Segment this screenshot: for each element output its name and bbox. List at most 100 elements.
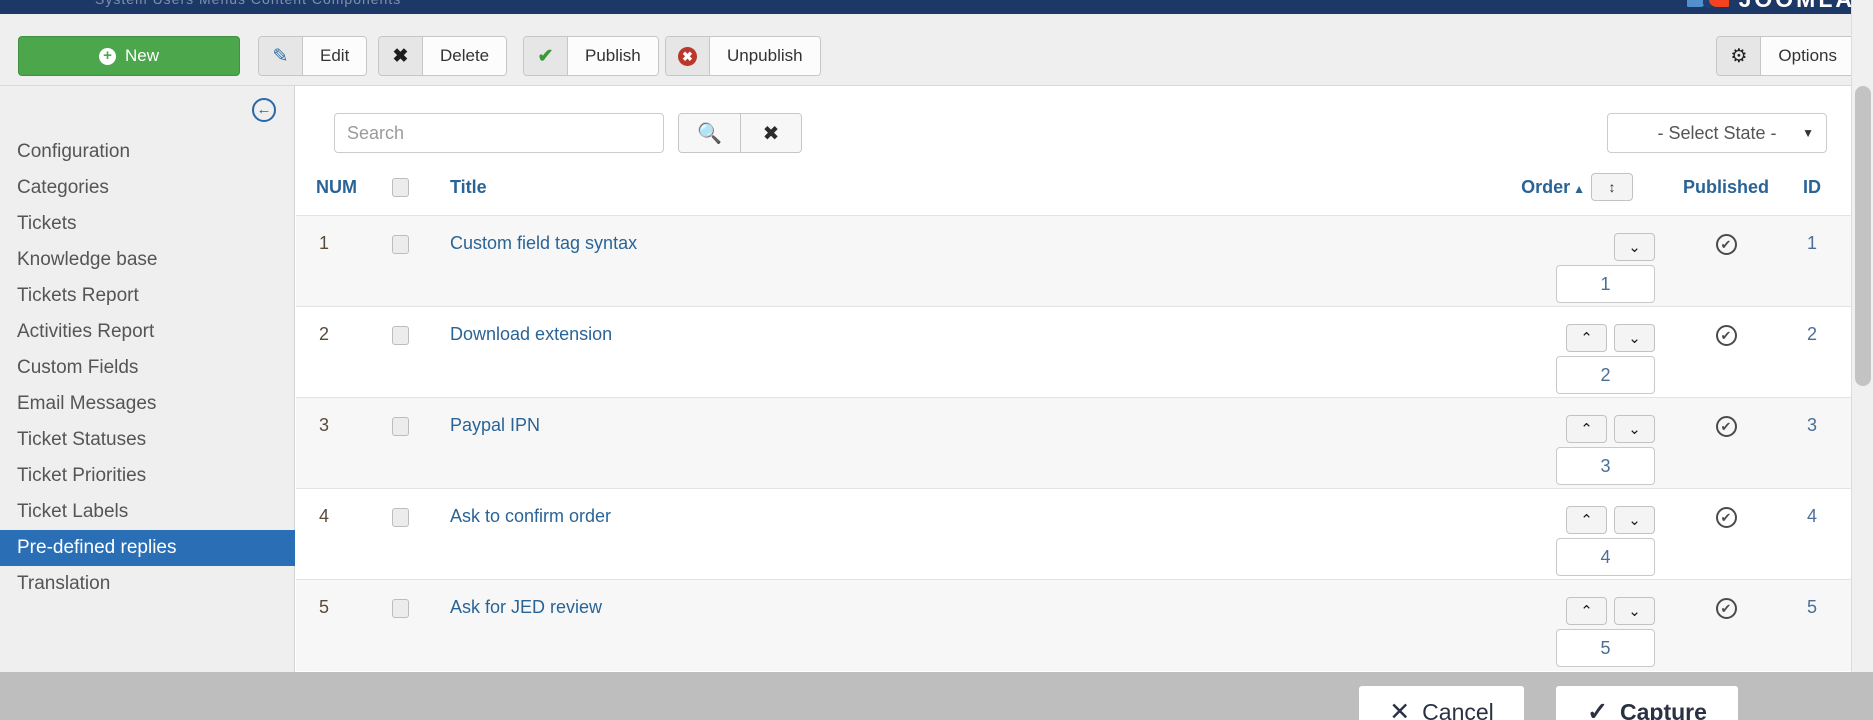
sidebar-item-tickets-report[interactable]: Tickets Report (0, 278, 295, 314)
move-down-button[interactable]: ⌄ (1614, 233, 1655, 261)
title-link[interactable]: Paypal IPN (450, 415, 540, 435)
check-circle-icon[interactable]: ✔ (1715, 416, 1737, 437)
order-input[interactable]: 1 (1556, 265, 1655, 303)
joomla-logo-icon (1686, 0, 1733, 11)
check-circle-icon[interactable]: ✔ (1715, 325, 1737, 346)
move-up-button[interactable]: ⌃ (1566, 506, 1607, 534)
header-id[interactable]: ID (1791, 165, 1851, 216)
move-up-button[interactable]: ⌃ (1566, 415, 1607, 443)
order-input[interactable]: 5 (1556, 629, 1655, 667)
checkbox-icon[interactable] (392, 178, 409, 198)
state-select-value: - Select State - (1657, 122, 1777, 143)
sidebar-item-categories[interactable]: Categories (0, 170, 295, 206)
admin-topbar: System Users Menus Content Components JO… (0, 0, 1873, 14)
cell-order: ⌃ ⌄ 2 (1391, 306, 1661, 398)
order-input[interactable]: 2 (1556, 356, 1655, 394)
table-body: 1 Custom field tag syntax ⌄ 1 ✔ 1 2 Download ex… (296, 215, 1851, 671)
plus-circle-icon: + (98, 47, 116, 65)
sidebar-item-custom-fields[interactable]: Custom Fields (0, 350, 295, 386)
move-down-button[interactable]: ⌄ (1614, 324, 1655, 352)
delete-button[interactable]: ✖ Delete (378, 36, 508, 76)
header-title[interactable]: Title (450, 165, 1391, 216)
cell-order: ⌃ ⌄ 4 (1391, 488, 1661, 580)
caret-up-icon: ▲ (1573, 181, 1585, 196)
title-link[interactable]: Download extension (450, 324, 612, 344)
move-up-button[interactable]: ⌃ (1566, 597, 1607, 625)
sidebar-item-ticket-labels[interactable]: Ticket Labels (0, 494, 295, 530)
sidebar-item-knowledge-base[interactable]: Knowledge base (0, 242, 295, 278)
move-down-button[interactable]: ⌄ (1614, 415, 1655, 443)
up-down-arrows-icon[interactable]: ↕ (1591, 173, 1633, 201)
options-button[interactable]: ⚙ Options (1716, 36, 1855, 76)
table-row[interactable]: 1 Custom field tag syntax ⌄ 1 ✔ 1 (296, 215, 1851, 307)
sidebar-item-ticket-statuses[interactable]: Ticket Statuses (0, 422, 295, 458)
edit-button[interactable]: ✎ Edit (258, 36, 368, 76)
table-row[interactable]: 2 Download extension ⌃ ⌄ 2 ✔ 2 (296, 306, 1851, 398)
sidebar-item-pre-defined-replies[interactable]: Pre-defined replies (0, 530, 295, 566)
table-row[interactable]: 4 Ask to confirm order ⌃ ⌄ 4 ✔ 4 (296, 488, 1851, 580)
move-down-button[interactable]: ⌄ (1614, 506, 1655, 534)
capture-button-label: Capture (1620, 698, 1707, 720)
unpublish-button[interactable]: ✖ Unpublish (665, 36, 821, 76)
sidebar-item-configuration[interactable]: Configuration (0, 134, 295, 170)
cell-published: ✔ (1661, 306, 1791, 398)
cell-id: 5 (1791, 579, 1851, 671)
capture-button[interactable]: ✓ Capture (1556, 686, 1738, 720)
table-row[interactable]: 5 Ask for JED review ⌃ ⌄ 5 ✔ 5 (296, 579, 1851, 671)
check-circle-icon[interactable]: ✔ (1715, 507, 1737, 528)
row-checkbox[interactable] (392, 507, 409, 527)
row-checkbox[interactable] (392, 325, 409, 345)
x-mark-icon: ✕ (1389, 698, 1411, 720)
cell-published: ✔ (1661, 215, 1791, 307)
title-link[interactable]: Ask to confirm order (450, 506, 611, 526)
row-checkbox[interactable] (392, 234, 409, 254)
vertical-scrollbar[interactable] (1851, 0, 1873, 672)
check-circle-icon[interactable]: ✔ (1715, 234, 1737, 255)
sidebar-item-activities-report[interactable]: Activities Report (0, 314, 295, 350)
chevron-down-icon: ⌄ (1628, 421, 1641, 438)
cell-title: Download extension (450, 306, 1391, 398)
sidebar-item-translation[interactable]: Translation (0, 566, 295, 602)
header-published[interactable]: Published (1661, 165, 1791, 216)
header-order[interactable]: Order ▲ (1391, 165, 1591, 216)
sidebar-item-label: Ticket Labels (17, 501, 129, 522)
cell-title: Paypal IPN (450, 397, 1391, 489)
topbar-menu-text: System Users Menus Content Components (95, 0, 401, 7)
move-down-button[interactable]: ⌄ (1614, 597, 1655, 625)
cell-published: ✔ (1661, 579, 1791, 671)
publish-button-label: Publish (568, 37, 658, 75)
sidebar-item-label: Email Messages (17, 393, 157, 414)
cell-title: Custom field tag syntax (450, 215, 1391, 307)
state-select[interactable]: - Select State - ▼ (1607, 113, 1827, 153)
new-button-label: New (124, 46, 159, 65)
sidebar-item-label: Translation (17, 573, 111, 594)
title-link[interactable]: Ask for JED review (450, 597, 602, 617)
arrow-left-circle-icon[interactable]: ← (252, 98, 276, 122)
scrollbar-thumb[interactable] (1855, 86, 1871, 386)
sidebar-item-tickets[interactable]: Tickets (0, 206, 295, 242)
chevron-up-icon: ⌃ (1580, 512, 1593, 529)
header-order-toggle: ↕ (1591, 165, 1661, 216)
sidebar-item-label: Configuration (17, 141, 131, 162)
edit-button-label: Edit (303, 37, 367, 75)
new-button[interactable]: + New (18, 36, 240, 76)
publish-button[interactable]: ✔ Publish (523, 36, 659, 76)
sidebar-item-ticket-priorities[interactable]: Ticket Priorities (0, 458, 295, 494)
title-link[interactable]: Custom field tag syntax (450, 233, 637, 253)
cancel-button[interactable]: ✕ Cancel (1359, 686, 1524, 720)
search-input[interactable] (334, 113, 664, 153)
search-clear-button[interactable]: ✖ (740, 114, 801, 152)
table-row[interactable]: 3 Paypal IPN ⌃ ⌄ 3 ✔ 3 (296, 397, 1851, 489)
chevron-down-icon: ⌄ (1628, 330, 1641, 347)
check-icon: ✔ (524, 37, 568, 75)
x-mark-icon: ✖ (762, 122, 780, 145)
row-checkbox[interactable] (392, 416, 409, 436)
sidebar-item-label: Tickets (17, 213, 77, 234)
sidebar-item-email-messages[interactable]: Email Messages (0, 386, 295, 422)
order-input[interactable]: 3 (1556, 447, 1655, 485)
move-up-button[interactable]: ⌃ (1566, 324, 1607, 352)
row-checkbox[interactable] (392, 598, 409, 618)
check-circle-icon[interactable]: ✔ (1715, 598, 1737, 619)
search-submit-button[interactable]: 🔍 (679, 114, 740, 152)
order-input[interactable]: 4 (1556, 538, 1655, 576)
